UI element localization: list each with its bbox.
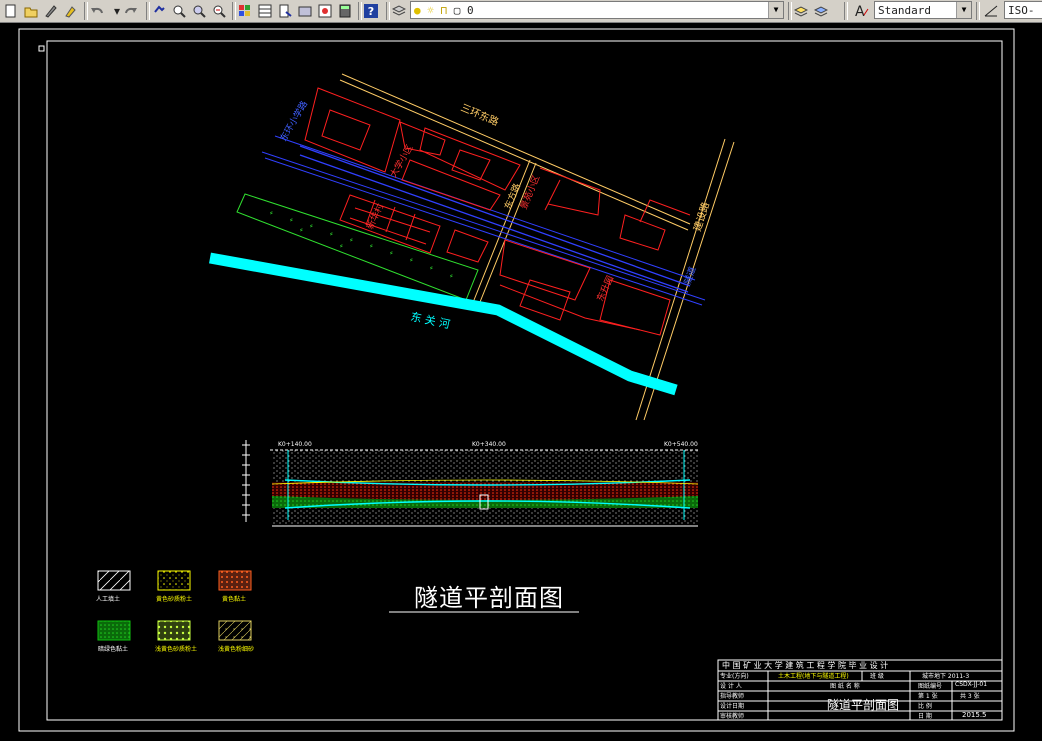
svg-text:?: ? (368, 5, 374, 18)
tb-r1-c2: 土木工程(地下与隧道工程) (778, 673, 849, 680)
plot-icon[interactable] (62, 2, 80, 20)
tb-r1-c4: 城市地下 2011-3 (922, 673, 970, 680)
dimension-style-icon[interactable] (982, 2, 1000, 20)
layer-name: 0 (467, 4, 474, 17)
calculator-icon[interactable] (336, 2, 354, 20)
design-center-icon[interactable] (256, 2, 274, 20)
road-label-top: 三环东路 (459, 101, 501, 129)
lock-icon: ⊓ (440, 4, 448, 17)
svg-text:⸗: ⸗ (270, 208, 273, 217)
zoom-previous-icon[interactable] (210, 2, 228, 20)
layer-dropdown[interactable]: ● ☼ ⊓ ▢ 0 ▼ (410, 1, 784, 19)
cad-drawing: ⸗⸗⸗ ⸗⸗⸗ ⸗⸗⸗ ⸗⸗⸗ 三环东路 东环小学路 建设路 东方路 大学小区 … (18, 28, 1015, 732)
text-style-value: Standard (878, 4, 931, 17)
properties-icon[interactable] (236, 2, 254, 20)
color-swatch-icon: ▢ (453, 4, 461, 17)
sheet-set-icon[interactable] (296, 2, 314, 20)
river-label: 东 关 河 (409, 309, 451, 331)
standard-toolbar: ▾ ? ● ☼ ⊓ ▢ 0 ▼ A Standard ▼ ISO- (0, 0, 1042, 35)
tb-r1-c3: 班 级 (870, 673, 884, 680)
tb-r2-c4: CSDX-JJ-01 (955, 681, 988, 688)
tool-palettes-icon[interactable] (276, 2, 294, 20)
inner-drawing-frame (46, 40, 1003, 721)
svg-text:⸗: ⸗ (340, 241, 343, 250)
legend-label-1: 人工填土 (96, 596, 121, 603)
legend-label-6: 浅黄色粉细砂 (218, 646, 255, 653)
svg-text:⸗: ⸗ (410, 255, 413, 264)
profile-section: K0+140.00 K0+340.00 K0+540.00 (242, 440, 700, 527)
svg-text:⸗: ⸗ (350, 235, 353, 244)
tb-r1-c1: 专业(方向) (720, 673, 749, 680)
tb-r2-c2: 图 纸 名 称 (830, 683, 860, 690)
tb-r5-c2: 日 期 (918, 713, 932, 720)
svg-text:⸗: ⸗ (370, 241, 373, 250)
plan-view: ⸗⸗⸗ ⸗⸗⸗ ⸗⸗⸗ ⸗⸗⸗ 三环东路 东环小学路 建设路 东方路 大学小区 … (209, 73, 735, 421)
svg-text:⸗: ⸗ (450, 271, 453, 280)
tb-r3-c2: 第 1 张 (918, 693, 938, 700)
area-label-b: 景苑小区 (518, 173, 543, 211)
tb-r4-c2: 比 例 (918, 703, 932, 710)
new-file-icon[interactable] (2, 2, 20, 20)
help-icon[interactable]: ? (362, 2, 380, 20)
legend-label-5: 浅黄色砂质粉土 (155, 646, 198, 653)
chevron-down-icon[interactable]: ▼ (956, 2, 971, 18)
station-left: K0+140.00 (278, 441, 312, 448)
undo-icon[interactable] (88, 2, 106, 20)
dimension-style-dropdown[interactable]: ISO-25 (1004, 1, 1042, 35)
text-style-dropdown[interactable]: Standard ▼ (874, 1, 972, 19)
bulb-icon: ● (414, 4, 421, 17)
tb-r2-c3: 图纸编号 (918, 683, 943, 690)
svg-text:⸗: ⸗ (390, 248, 393, 257)
tb-r3-c1: 指导教师 (720, 693, 745, 700)
zoom-realtime-icon[interactable] (170, 2, 188, 20)
tb-r5-c3: 2015.5 (962, 711, 987, 719)
svg-text:⸗: ⸗ (330, 229, 333, 238)
title-block-header: 中 国 矿 业 大 学 建 筑 工 程 学 院 毕 业 设 计 (722, 661, 889, 670)
svg-text:⸗: ⸗ (300, 225, 303, 234)
drawing-canvas[interactable]: ⸗ ⸗ ⸗ ⸗ ⸗ ⸗ ⸗ ⸗ ⸗ ⸗ ⸗ ⸗ 三环东路 东环小学路 建设路 东方路 大学小区 … (0, 23, 1042, 737)
legend-label-2: 黄色砂质粉土 (156, 596, 193, 603)
station-right: K0+540.00 (664, 441, 698, 448)
station-mid: K0+340.00 (472, 441, 506, 448)
road-label-right: 建设路 (690, 200, 712, 233)
tb-r2-c1: 设 计 人 (720, 683, 742, 690)
drawing-title: 隧道平剖面图 (414, 584, 564, 612)
svg-text:⸗: ⸗ (290, 215, 293, 224)
pan-icon[interactable] (150, 2, 168, 20)
svg-text:⸗: ⸗ (310, 221, 313, 230)
legend-label-4: 暗绿色黏土 (98, 646, 129, 653)
legend (97, 570, 252, 641)
tb-r4-c1: 设计日期 (720, 703, 745, 710)
save-icon[interactable] (42, 2, 60, 20)
ucs-marker-icon (38, 45, 45, 52)
svg-text:A: A (855, 4, 865, 19)
layer-previous-icon[interactable] (812, 2, 830, 20)
markup-icon[interactable] (316, 2, 334, 20)
tb-drawing-name: 隧道平剖面图 (827, 698, 900, 712)
area-label-d: 东升园 (594, 274, 616, 304)
zoom-window-icon[interactable] (190, 2, 208, 20)
chevron-down-icon[interactable]: ▼ (768, 2, 783, 18)
svg-text:⸗: ⸗ (430, 263, 433, 272)
make-current-layer-icon[interactable] (792, 2, 810, 20)
tb-r3-c3: 共 3 张 (960, 693, 980, 700)
open-file-icon[interactable] (22, 2, 40, 20)
text-style-icon[interactable]: A (852, 2, 870, 20)
layer-properties-icon[interactable] (390, 2, 408, 20)
sun-icon: ☼ (427, 4, 434, 17)
legend-label-3: 黄色黏土 (222, 596, 247, 603)
road-label-left: 东环小学路 (277, 99, 310, 144)
redo-icon[interactable] (122, 2, 140, 20)
tb-r5-c1: 审核教师 (720, 713, 745, 720)
